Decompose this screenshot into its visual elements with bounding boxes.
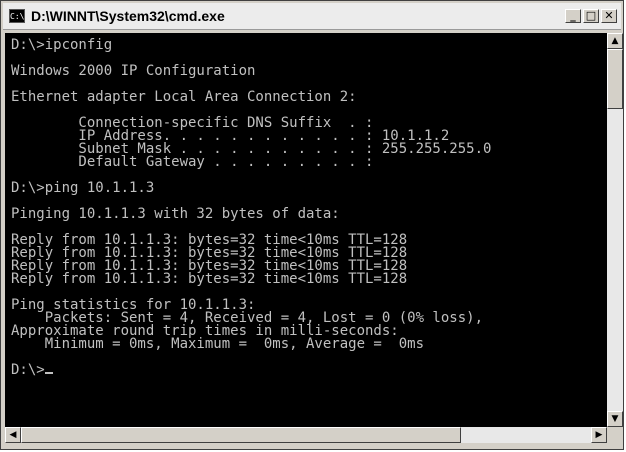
- prompt-text: D:\>: [11, 362, 45, 378]
- console-line: D:\>ipconfig: [11, 37, 113, 53]
- scroll-down-button[interactable]: ▼: [607, 411, 623, 427]
- scroll-left-button[interactable]: ◀: [5, 427, 21, 443]
- console-line: Ethernet adapter Local Area Connection 2…: [11, 89, 357, 105]
- vertical-scroll-thumb[interactable]: [607, 49, 623, 109]
- console-app-icon[interactable]: C:\: [9, 9, 25, 23]
- vertical-scrollbar[interactable]: ▲ ▼: [607, 33, 623, 427]
- console-line: Default Gateway . . . . . . . . . :: [11, 154, 374, 170]
- horizontal-scrollbar[interactable]: ◀ ▶: [5, 427, 607, 443]
- prompt-line[interactable]: D:\>: [11, 362, 601, 378]
- console-line: D:\>ping 10.1.1.3: [11, 180, 155, 196]
- minimize-button[interactable]: _: [565, 9, 581, 23]
- console-line: Pinging 10.1.1.3 with 32 bytes of data:: [11, 206, 340, 222]
- console-line: Reply from 10.1.1.3: bytes=32 time<10ms …: [11, 271, 408, 287]
- caption-buttons: _ □ ✕: [565, 9, 617, 23]
- scroll-right-button[interactable]: ▶: [591, 427, 607, 443]
- title-bar[interactable]: C:\ D:\WINNT\System32\cmd.exe _ □ ✕: [3, 3, 621, 30]
- console-line: Minimum = 0ms, Maximum = 0ms, Average = …: [11, 336, 425, 352]
- cmd-window: C:\ D:\WINNT\System32\cmd.exe _ □ ✕ D:\>…: [0, 0, 624, 450]
- scrollbar-corner: [607, 427, 623, 443]
- horizontal-scroll-thumb[interactable]: [21, 427, 461, 443]
- scroll-up-button[interactable]: ▲: [607, 33, 623, 49]
- console-output[interactable]: D:\>ipconfig Windows 2000 IP Configurati…: [5, 33, 607, 427]
- console-line: Windows 2000 IP Configuration: [11, 63, 256, 79]
- text-cursor: [44, 372, 53, 374]
- maximize-button[interactable]: □: [583, 9, 599, 23]
- close-button[interactable]: ✕: [601, 9, 617, 23]
- window-title: D:\WINNT\System32\cmd.exe: [31, 8, 225, 24]
